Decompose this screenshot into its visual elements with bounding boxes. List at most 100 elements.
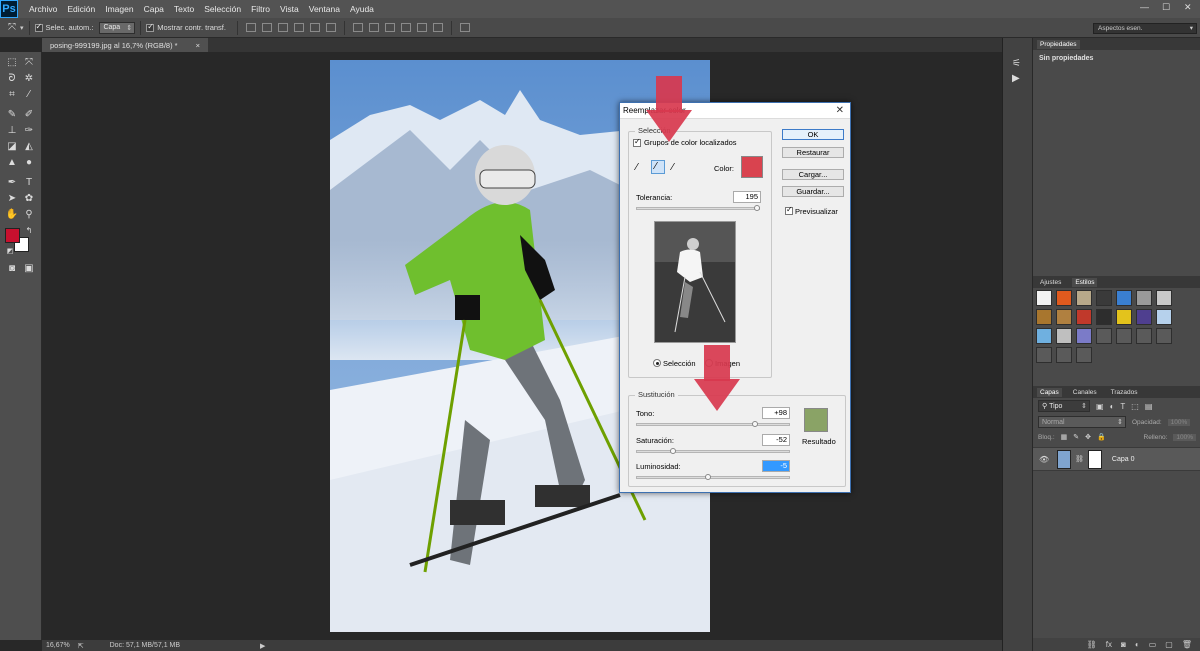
workspace-dropdown[interactable]: Aspectos esen. ▾ [1093,23,1197,34]
tab-layers[interactable]: Capas [1037,387,1062,397]
auto-select-dropdown[interactable]: Capa [99,21,136,34]
filter-pixel-icon[interactable]: ▣ [1096,402,1104,411]
lock-transparent-icon[interactable]: ▦ [1061,433,1068,441]
new-layer-icon[interactable]: ▢ [1165,640,1173,649]
align-top-icon[interactable] [245,23,256,32]
layer-filter-dropdown[interactable]: ⚲ Tipo [1038,400,1090,412]
style-swatch[interactable] [1076,347,1092,363]
adjustment-layer-icon[interactable]: ◐ [1135,640,1140,649]
tolerance-slider-thumb[interactable] [753,205,760,211]
distribute-hcenter-icon[interactable] [416,23,427,32]
move-tool-icon[interactable]: ⤧ [8,22,16,33]
reset-button[interactable]: Restaurar [782,147,844,158]
status-menu-arrow-icon[interactable]: ▶ [260,642,265,650]
menu-filtro[interactable]: Filtro [251,4,270,14]
eyedropper-tool-icon[interactable]: ⁄ [22,88,36,101]
auto-select-checkbox[interactable] [34,22,43,32]
dialog-close-icon[interactable]: ✕ [836,105,844,116]
shape-tool-icon[interactable]: ✿ [22,192,36,205]
move-tool-icon[interactable]: ⤧ [22,56,36,69]
lock-pixels-icon[interactable]: ✎ [1073,433,1079,441]
style-swatch[interactable] [1116,309,1132,325]
style-swatch[interactable] [1056,309,1072,325]
foreground-color-swatch[interactable] [5,228,20,243]
hue-slider[interactable] [636,423,790,426]
close-window-icon[interactable]: ✕ [1184,2,1192,13]
load-button[interactable]: Cargar... [782,169,844,180]
menu-seleccion[interactable]: Selección [204,4,241,14]
eyedropper-subtract-icon[interactable]: ⁄ [672,162,674,173]
magic-wand-tool-icon[interactable]: ✲ [22,72,36,85]
align-hcenter-icon[interactable] [309,23,320,32]
distribute-right-icon[interactable] [432,23,443,32]
style-swatch[interactable] [1076,309,1092,325]
quick-mask-icon[interactable]: ◙ [5,262,19,275]
style-swatch[interactable] [1036,290,1052,306]
path-selection-tool-icon[interactable]: ➤ [5,192,19,205]
style-swatch[interactable] [1096,309,1112,325]
document-tab[interactable]: posing-999199.jpg al 16,7% (RGB/8) * × [42,38,208,52]
menu-texto[interactable]: Texto [174,4,194,14]
eyedropper-icon[interactable]: ⁄ [636,162,638,173]
style-swatch[interactable] [1156,328,1172,344]
tolerance-input[interactable]: 195 [733,191,761,203]
tab-paths[interactable]: Trazados [1108,388,1141,397]
filter-shape-icon[interactable]: ⬚ [1131,402,1139,411]
blend-mode-dropdown[interactable]: Normal [1038,416,1126,428]
lightness-input[interactable]: -5 [762,460,790,472]
history-panel-icon[interactable]: ⚟ [1012,58,1021,69]
align-bottom-icon[interactable] [277,23,288,32]
preview-checkbox[interactable] [785,205,793,215]
style-swatch[interactable] [1096,328,1112,344]
fill-value[interactable]: 100% [1173,433,1196,441]
clone-stamp-tool-icon[interactable]: ⊥ [5,124,19,137]
align-vcenter-icon[interactable] [261,23,272,32]
menu-imagen[interactable]: Imagen [105,4,133,14]
zoom-tool-icon[interactable]: ⚲ [22,208,36,221]
tab-channels[interactable]: Canales [1070,388,1100,397]
history-brush-tool-icon[interactable]: ✑ [22,124,36,137]
filter-type-icon[interactable]: T [1120,402,1125,411]
style-swatch[interactable] [1136,290,1152,306]
lightness-slider[interactable] [636,476,790,479]
status-share-icon[interactable]: ⇱ [78,642,84,650]
layer-name[interactable]: Capa 0 [1112,456,1135,463]
lock-position-icon[interactable]: ✥ [1085,433,1091,441]
show-transform-checkbox[interactable] [146,22,155,32]
tab-properties[interactable]: Propiedades [1037,39,1080,49]
hue-input[interactable]: +98 [762,407,790,419]
align-right-icon[interactable] [325,23,336,32]
hue-slider-thumb[interactable] [751,421,758,427]
distribute-top-icon[interactable] [352,23,363,32]
result-color-swatch[interactable] [804,408,828,432]
style-swatch[interactable] [1096,290,1112,306]
link-layers-icon[interactable]: ⛓ [1087,640,1097,649]
tab-close-icon[interactable]: × [196,41,200,50]
tool-preset-chevron-icon[interactable]: ▾ [20,24,24,32]
chain-link-icon[interactable]: ⛓ [1075,455,1084,463]
healing-brush-tool-icon[interactable]: ✎ [5,108,19,121]
screen-mode-icon[interactable]: ▣ [22,262,36,275]
fx-icon[interactable]: fx [1106,640,1112,649]
style-swatch[interactable] [1136,309,1152,325]
style-swatch[interactable] [1156,290,1172,306]
style-swatch[interactable] [1056,328,1072,344]
menu-capa[interactable]: Capa [144,4,164,14]
lock-all-icon[interactable]: 🔒 [1097,433,1106,441]
eraser-tool-icon[interactable]: ◪ [5,140,19,153]
distribute-bottom-icon[interactable] [384,23,395,32]
sample-color-swatch[interactable] [741,156,763,178]
brush-tool-icon[interactable]: ✐ [22,108,36,121]
saturation-slider[interactable] [636,450,790,453]
style-swatch[interactable] [1036,347,1052,363]
lasso-tool-icon[interactable]: ᘐ [5,72,19,85]
new-group-icon[interactable]: ▭ [1149,640,1157,649]
saturation-slider-thumb[interactable] [669,448,676,454]
style-swatch[interactable] [1036,328,1052,344]
localized-clusters-checkbox[interactable] [633,137,641,147]
minimize-icon[interactable]: — [1140,2,1149,12]
menu-edicion[interactable]: Edición [67,4,95,14]
menu-ayuda[interactable]: Ayuda [350,4,374,14]
default-colors-icon[interactable]: ◩ [3,245,17,258]
zoom-level[interactable]: 16,67% [46,642,70,649]
